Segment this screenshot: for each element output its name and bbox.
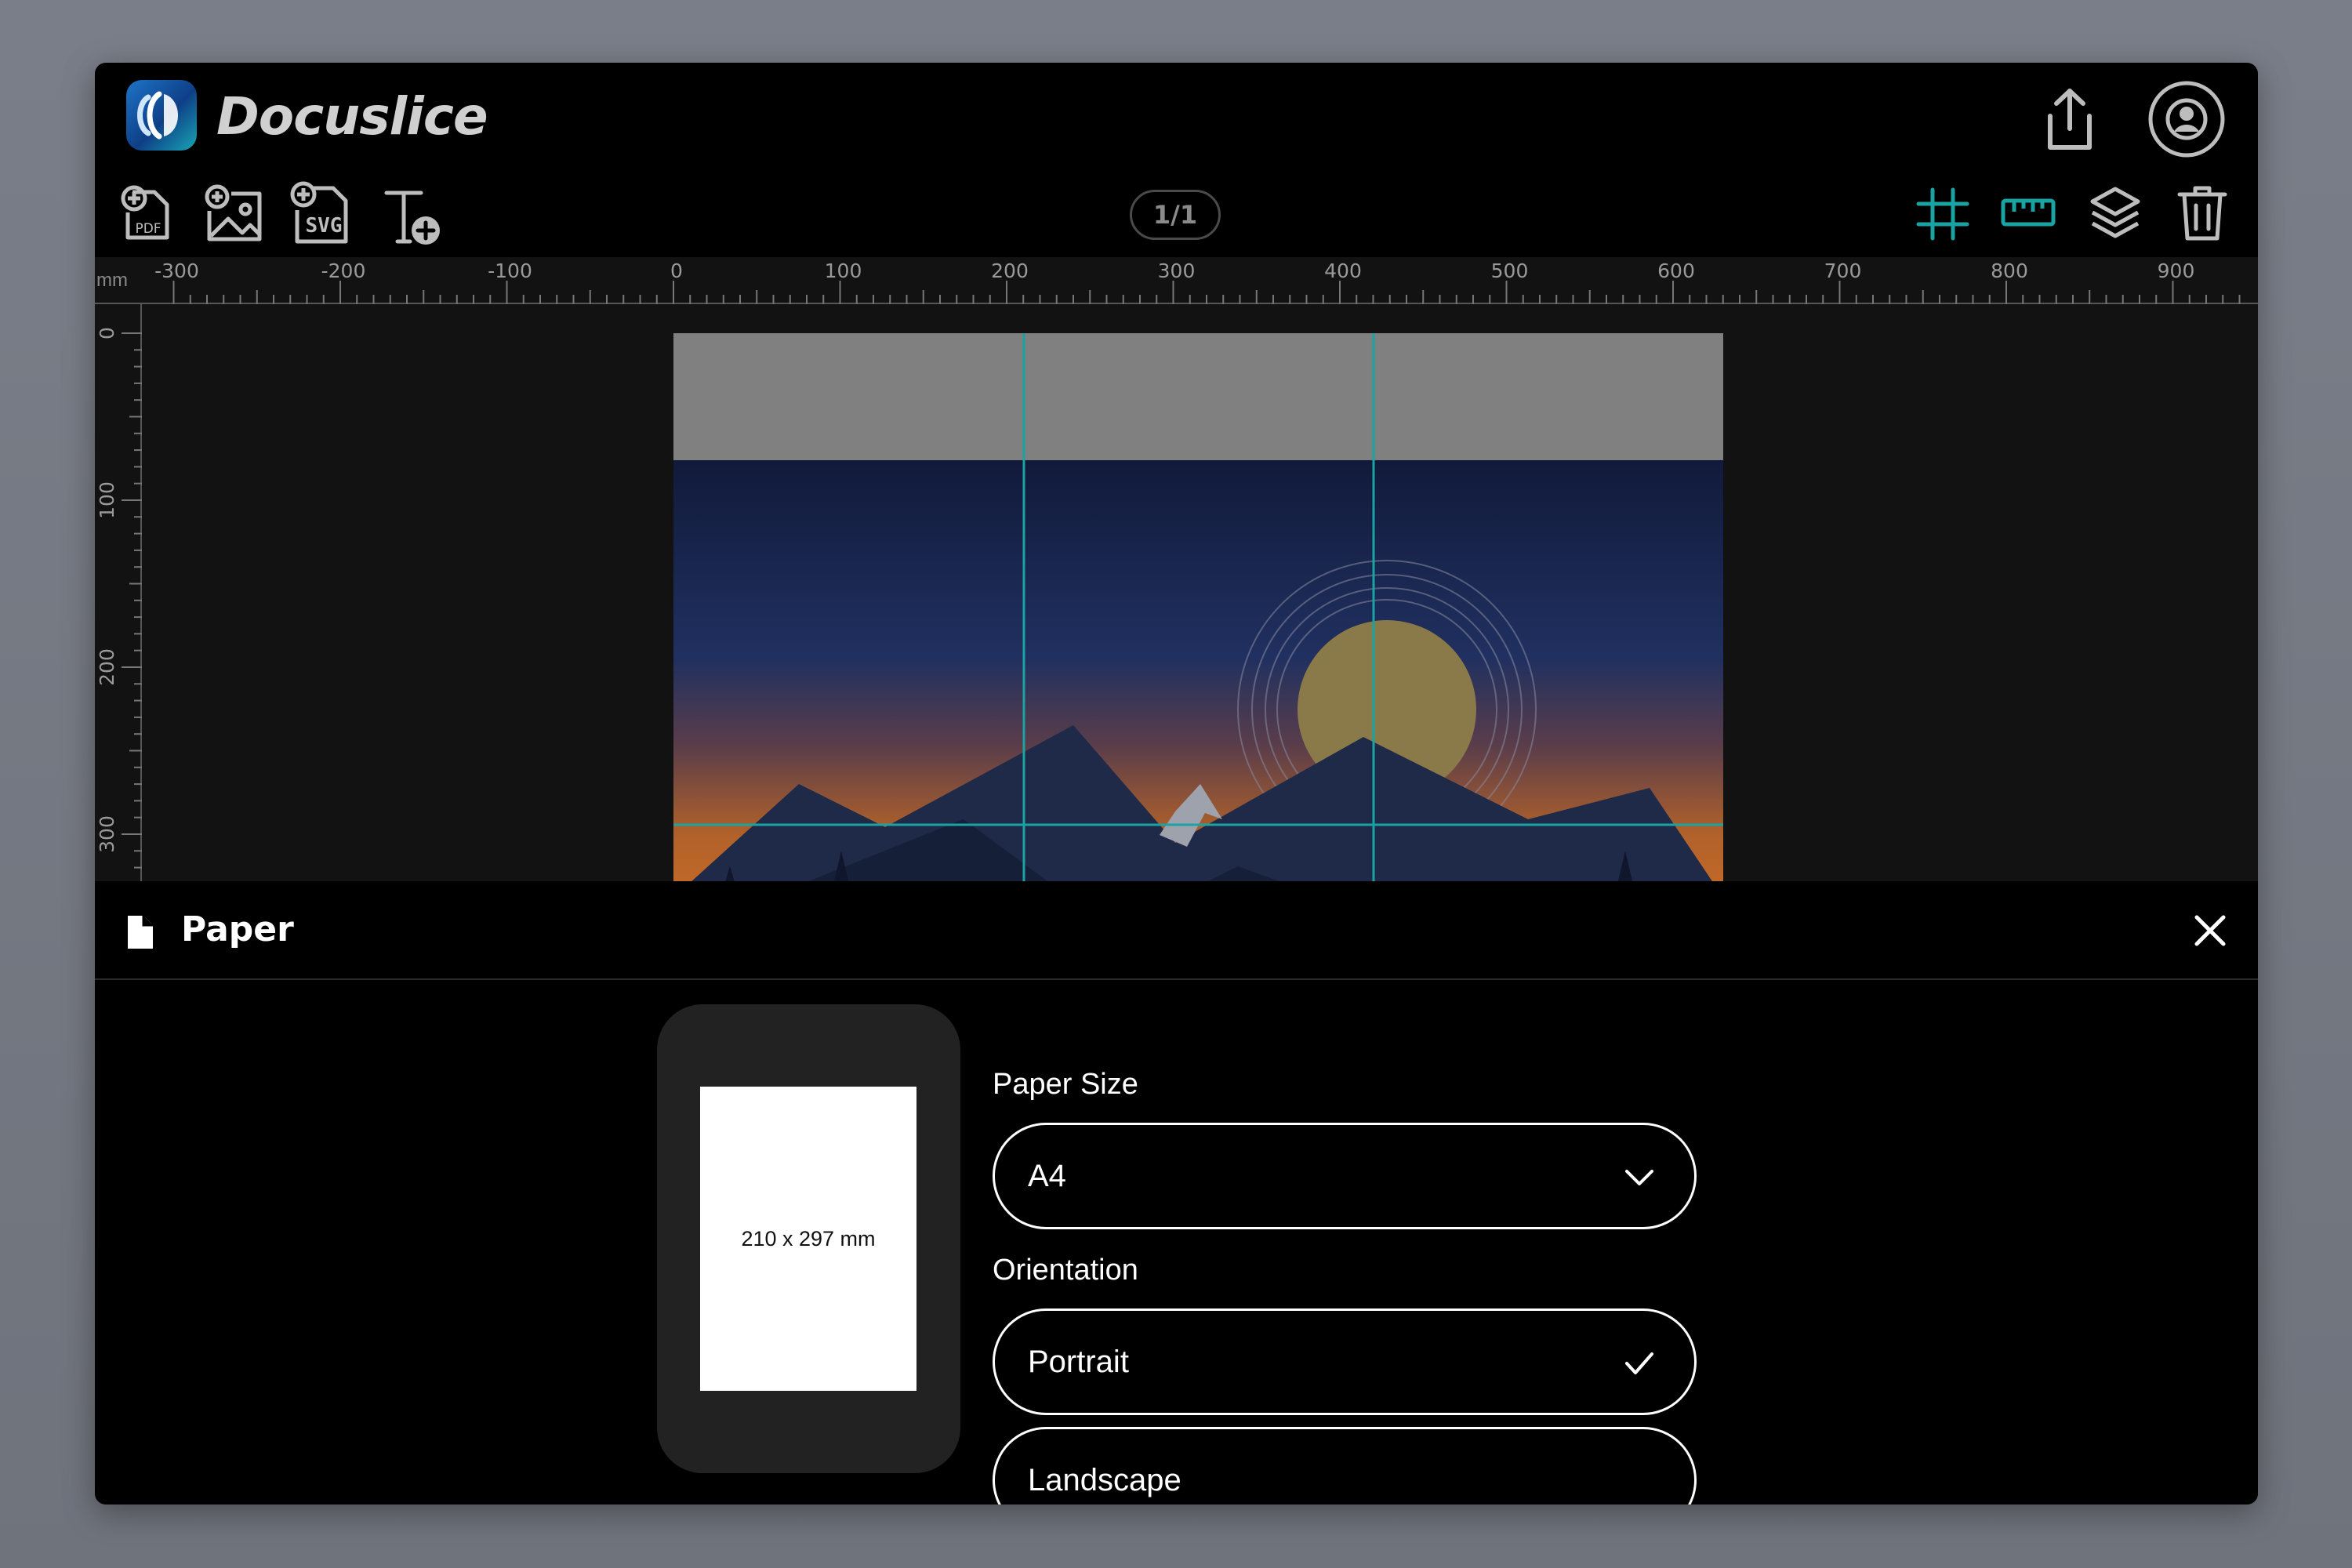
- orientation-option-label: Portrait: [1028, 1345, 1129, 1379]
- ruler-top-label: 900: [2158, 260, 2195, 282]
- paper-size-value: A4: [1028, 1159, 1066, 1193]
- paper-size-select[interactable]: A4: [993, 1123, 1697, 1229]
- ruler-top-label: -100: [488, 260, 532, 282]
- ruler-top[interactable]: -300 -200 -100 0 100 200 300 400 500 600 700 800 900: [95, 257, 2258, 304]
- orientation-option-portrait[interactable]: Portrait: [993, 1308, 1697, 1415]
- ruler-top-label: 0: [670, 260, 683, 282]
- ruler-top-label: 600: [1657, 260, 1695, 282]
- paper-size-label: Paper Size: [993, 1068, 1138, 1101]
- document-icon: [125, 913, 156, 952]
- canvas-area[interactable]: -300 -200 -100 0 100 200 300 400 500 600 700 800 900…: [95, 257, 2258, 881]
- trash-icon[interactable]: [2176, 183, 2228, 243]
- ruler-icon[interactable]: [2000, 194, 2056, 230]
- chevron-down-icon: [1625, 1170, 1653, 1185]
- add-pdf-icon[interactable]: PDF: [120, 184, 172, 244]
- ruler-top-label: 100: [825, 260, 862, 282]
- document-page[interactable]: [673, 333, 1723, 881]
- app-name: Docuslice: [216, 86, 488, 147]
- ruler-top-label: 500: [1491, 260, 1529, 282]
- grid-icon[interactable]: [1915, 187, 1970, 241]
- add-image-icon[interactable]: [205, 184, 264, 244]
- paper-preview-sheet: 210 x 297 mm: [700, 1087, 916, 1391]
- orientation-option-landscape[interactable]: Landscape: [993, 1427, 1697, 1504]
- ruler-top-label: -200: [321, 260, 366, 282]
- paper-dimensions: 210 x 297 mm: [741, 1226, 876, 1250]
- ruler-top-label: 200: [991, 260, 1029, 282]
- ruler-left-label: 200: [96, 648, 118, 686]
- ruler-top-label: 700: [1824, 260, 1862, 282]
- svg-text:PDF: PDF: [135, 221, 161, 237]
- ruler-left-label: 100: [96, 481, 118, 519]
- ruler-top-label: -300: [154, 260, 199, 282]
- account-icon[interactable]: [2147, 80, 2226, 158]
- close-icon[interactable]: [2192, 913, 2228, 949]
- add-text-icon[interactable]: [382, 187, 445, 249]
- panel-title: Paper: [181, 909, 294, 949]
- share-icon[interactable]: [2039, 85, 2100, 154]
- app-window: Docuslice PDF SVG 1/1 -300 -200 -100 0 1…: [95, 63, 2258, 1504]
- add-svg-icon[interactable]: SVG: [288, 180, 350, 246]
- svg-text:SVG: SVG: [306, 214, 343, 238]
- ruler-top-label: 800: [1991, 260, 2028, 282]
- paper-panel: Paper 210 x 297 mm Paper Size A4 Orienta…: [95, 881, 2258, 1504]
- orientation-option-label: Landscape: [1028, 1463, 1181, 1497]
- app-logo-icon: [126, 80, 197, 151]
- ruler-left-label: 300: [96, 815, 118, 853]
- paper-preview: 210 x 297 mm: [657, 1004, 960, 1473]
- ruler-top-label: 300: [1158, 260, 1196, 282]
- document-image: [673, 333, 1723, 881]
- ruler-top-label: 400: [1324, 260, 1362, 282]
- orientation-label: Orientation: [993, 1254, 1138, 1287]
- checkmark-icon: [1625, 1352, 1653, 1374]
- ruler-left[interactable]: 0 100 200 300: [95, 304, 142, 881]
- ruler-left-label: 0: [96, 327, 118, 339]
- page-indicator[interactable]: 1/1: [1130, 190, 1221, 240]
- layers-icon[interactable]: [2089, 184, 2141, 242]
- panel-header: Paper: [95, 881, 2258, 980]
- ruler-unit: mm: [96, 270, 128, 291]
